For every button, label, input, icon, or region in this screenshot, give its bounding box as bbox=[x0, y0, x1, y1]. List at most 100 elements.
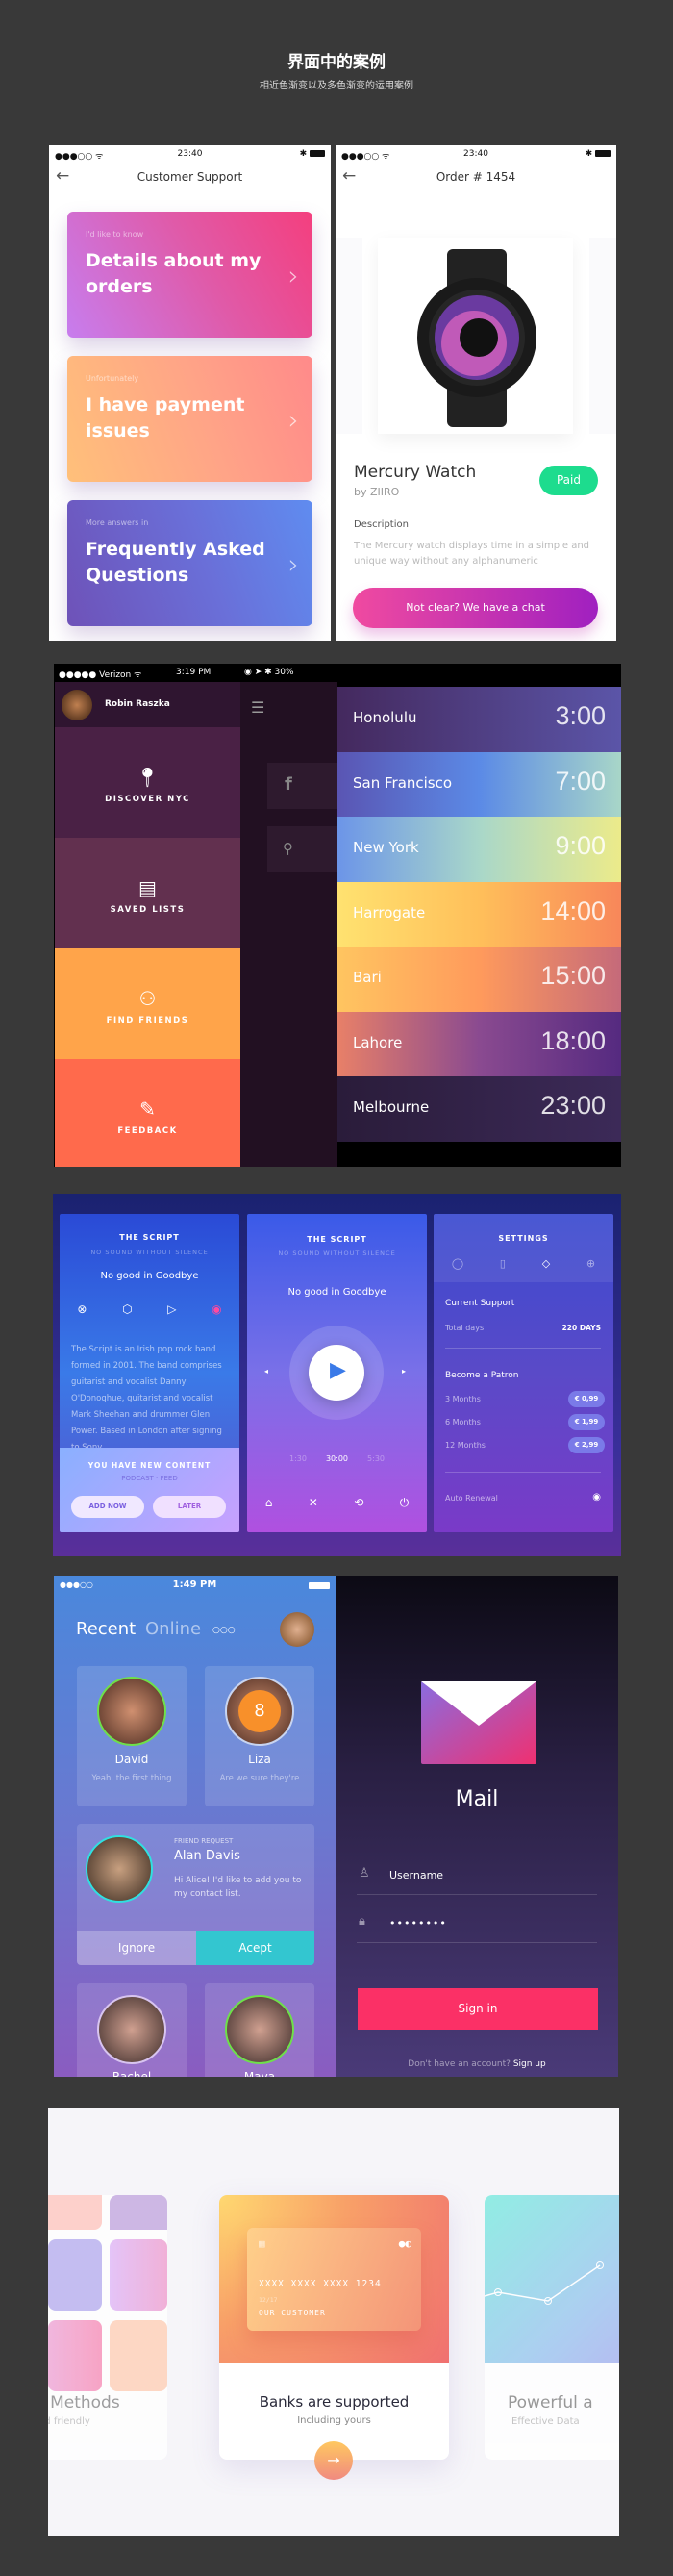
hexagon-icon[interactable]: ⬡ bbox=[122, 1302, 132, 1316]
add-now-button[interactable]: ADD NOW bbox=[71, 1496, 144, 1518]
home-icon[interactable]: ⌂ bbox=[265, 1496, 273, 1510]
facebook-button[interactable]: f bbox=[267, 763, 337, 809]
plan-price-button[interactable]: € 2,99 bbox=[568, 1437, 605, 1453]
map-pin-icon: 📍︎ bbox=[135, 766, 161, 789]
clock-row[interactable]: Lahore 18:00 bbox=[337, 1011, 621, 1077]
mail-login-screen: Mail ♙ Username 🔒︎ •••••••• Sign in Don'… bbox=[336, 1576, 618, 2077]
play-button[interactable]: ▶ bbox=[309, 1345, 364, 1401]
menu-item-feedback[interactable]: ✎ FEEDBACK bbox=[55, 1059, 240, 1167]
hamburger-menu-icon[interactable]: ☰ bbox=[251, 698, 264, 717]
payment-card[interactable]: Unfortunately I have payment issues › bbox=[67, 356, 312, 482]
menu-item-find-friends[interactable]: ⚇ FIND FRIENDS bbox=[55, 948, 240, 1059]
tab-recent[interactable]: Recent bbox=[76, 1619, 136, 1639]
previous-icon[interactable]: ◂ bbox=[264, 1367, 268, 1376]
friend-avatar bbox=[97, 1995, 166, 2064]
carrier: ●●●●● Verizon ᯤ bbox=[59, 670, 142, 680]
battery-icon: ✱ bbox=[586, 149, 611, 159]
song-title: No good in Goodbye bbox=[100, 1271, 199, 1281]
page-subtitle: 相近色渐变以及多色渐变的运用案例 bbox=[260, 81, 413, 91]
accept-button[interactable]: Acept bbox=[196, 1931, 314, 1965]
notice-title: YOU HAVE NEW CONTENT bbox=[87, 1461, 212, 1470]
orders-card[interactable]: I'd like to know Details about my orders… bbox=[67, 212, 312, 338]
sign-up-link[interactable]: Sign up bbox=[513, 2059, 546, 2069]
app-title: Mail bbox=[455, 1787, 499, 1811]
user-name: Robin Raszka bbox=[105, 699, 170, 709]
line-chart-icon bbox=[485, 2261, 604, 2305]
divider bbox=[445, 1472, 601, 1473]
plan-price-button[interactable]: € 0,99 bbox=[568, 1391, 605, 1407]
card-label: More answers in bbox=[86, 518, 149, 527]
shuffle-icon[interactable]: ✕ bbox=[309, 1496, 318, 1510]
time-option[interactable]: 5:30 bbox=[367, 1454, 385, 1463]
battery-icon bbox=[309, 1582, 330, 1589]
clock-row[interactable]: Bari 15:00 bbox=[337, 947, 621, 1012]
power-icon[interactable]: ⏻ bbox=[400, 1496, 410, 1510]
circle-icon[interactable]: ◯ bbox=[452, 1257, 463, 1270]
friend-card[interactable]: Maya bbox=[205, 1983, 314, 2077]
settings-card: SETTINGS ◯ ▯ ◇ ⊕ Current Support Total days… bbox=[434, 1214, 613, 1532]
avatar[interactable] bbox=[280, 1612, 314, 1647]
chat-button[interactable]: Not clear? We have a chat bbox=[353, 588, 598, 628]
friend-card[interactable]: David Yeah, the first thing bbox=[77, 1666, 187, 1806]
friend-card[interactable]: Rachel bbox=[77, 1983, 187, 2077]
request-avatar bbox=[86, 1835, 153, 1903]
methods-card[interactable]: t Methods nd friendly bbox=[48, 2195, 167, 2460]
product-brand: by ZIIRO bbox=[354, 486, 400, 498]
card-title: Details about my orders bbox=[86, 250, 262, 297]
search-button[interactable]: ⚲ bbox=[267, 826, 337, 872]
city-name: Melbourne bbox=[353, 1099, 430, 1116]
status-bar: ●●●●● Verizon ᯤ 3:19 PM ◉ ➤ ✱ 30% bbox=[54, 664, 337, 682]
clock-row[interactable]: Honolulu 3:00 bbox=[337, 687, 621, 752]
next-arrow-button[interactable]: → bbox=[314, 2441, 353, 2480]
play-icon[interactable]: ▷ bbox=[167, 1302, 176, 1316]
time-selected[interactable]: 30:00 bbox=[326, 1454, 348, 1463]
menu-item-discover-nyc[interactable]: 📍︎ DISCOVER NYC bbox=[55, 727, 240, 838]
diamond-icon[interactable]: ◇ bbox=[542, 1257, 550, 1270]
clock-row[interactable]: Harrogate 14:00 bbox=[337, 881, 621, 947]
artist-card: THE SCRIPT NO SOUND WITHOUT SILENCE No g… bbox=[60, 1214, 239, 1532]
banks-card[interactable]: ▦ ●◐ XXXX XXXX XXXX 1234 12/17 OUR CUSTO… bbox=[219, 2195, 449, 2480]
tab-online[interactable]: Online bbox=[145, 1619, 201, 1639]
plan-label: 3 Months bbox=[445, 1395, 481, 1403]
request-label: FRIEND REQUEST bbox=[174, 1837, 234, 1845]
auto-renewal-toggle[interactable]: ◉ bbox=[592, 1492, 601, 1503]
screen-title: Customer Support bbox=[137, 170, 243, 184]
card-subtitle: Including yours bbox=[297, 2415, 371, 2426]
menu-label: FIND FRIENDS bbox=[106, 1016, 189, 1025]
divider bbox=[357, 1942, 597, 1943]
order-screen: ●●●○○ ᯤ 23:40 ✱ ← Order # 1454 Mercury W… bbox=[336, 145, 616, 641]
request-name: Alan Davis bbox=[174, 1849, 240, 1863]
card-subtitle: NO SOUND WITHOUT SILENCE bbox=[278, 1250, 396, 1257]
request-message: Hi Alice! I'd like to add you to my cont… bbox=[174, 1876, 302, 1899]
clock-row[interactable]: San Francisco 7:00 bbox=[337, 751, 621, 818]
card-title: THE SCRIPT bbox=[119, 1233, 180, 1242]
plus-circle-icon[interactable]: ⊕ bbox=[586, 1257, 595, 1270]
time-picker[interactable]: 1:30 30:00 5:30 bbox=[247, 1454, 427, 1463]
status-time: 3:19 PM bbox=[176, 668, 212, 677]
friend-message: Yeah, the first thing bbox=[91, 1774, 172, 1783]
plan-price-button[interactable]: € 1,99 bbox=[568, 1414, 605, 1430]
next-icon[interactable]: ▸ bbox=[402, 1367, 406, 1376]
sign-in-button[interactable]: Sign in bbox=[358, 1988, 598, 2030]
later-button[interactable]: LATER bbox=[153, 1496, 226, 1518]
repeat-icon[interactable]: ⟲ bbox=[354, 1496, 363, 1510]
password-input[interactable]: •••••••• bbox=[389, 1917, 447, 1930]
analytics-card[interactable]: Powerful a Effective Data bbox=[485, 2195, 619, 2460]
user-header[interactable]: Robin Raszka bbox=[55, 682, 240, 727]
faq-card[interactable]: More answers in Frequently Asked Questio… bbox=[67, 500, 312, 626]
close-circle-icon[interactable]: ⊗ bbox=[77, 1302, 87, 1316]
bookmark-icon[interactable]: ▯ bbox=[500, 1257, 506, 1270]
username-input[interactable]: Username bbox=[389, 1869, 443, 1881]
heart-circle-icon[interactable]: ◉ bbox=[212, 1302, 221, 1316]
clock-row[interactable]: Melbourne 23:00 bbox=[337, 1076, 621, 1142]
artist-bio: The Script is an Irish pop rock band for… bbox=[71, 1345, 222, 1448]
ignore-button[interactable]: Ignore bbox=[77, 1931, 196, 1965]
menu-item-saved-lists[interactable]: ▤ SAVED LISTS bbox=[55, 838, 240, 948]
list-icon: ▤ bbox=[138, 876, 157, 899]
time-option[interactable]: 1:30 bbox=[289, 1454, 307, 1463]
friend-card[interactable]: 8 Liza Are we sure they're bbox=[205, 1666, 314, 1806]
clock-row[interactable]: New York 9:00 bbox=[337, 817, 621, 882]
product-image[interactable] bbox=[378, 238, 573, 434]
card-title: t Methods bbox=[48, 2393, 120, 2412]
more-icon[interactable]: ○○○ bbox=[212, 1626, 236, 1635]
